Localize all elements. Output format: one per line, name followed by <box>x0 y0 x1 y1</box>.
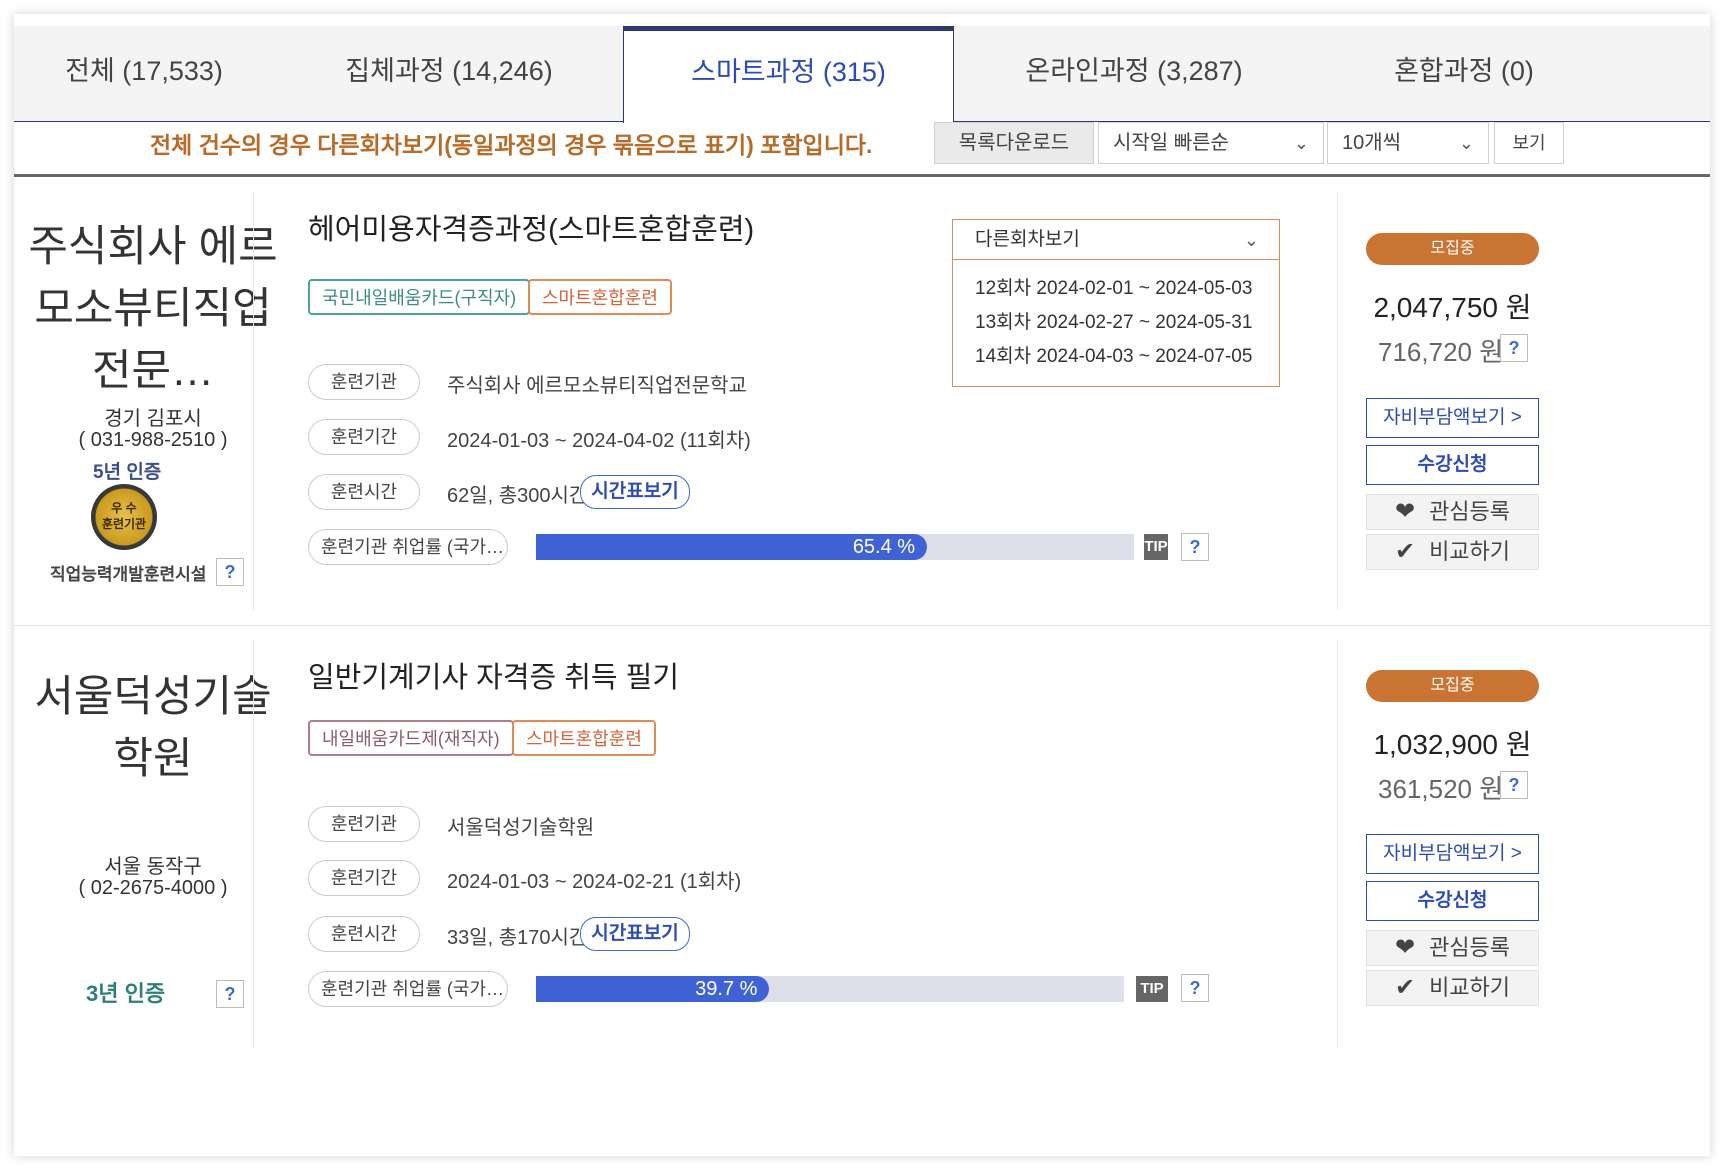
compare-button[interactable]: ✔ 비교하기 <box>1366 970 1539 1006</box>
page-size-select[interactable]: 10개씩 ⌄ <box>1327 122 1489 164</box>
column-divider <box>1337 640 1338 1048</box>
check-icon: ✔ <box>1394 974 1416 1001</box>
tab-all[interactable]: 전체 (17,533) <box>14 26 274 122</box>
wishlist-button[interactable]: ❤ 관심등록 <box>1366 930 1539 966</box>
status-badge: 모집중 <box>1366 670 1539 702</box>
label-employment-rate: 훈련기관 취업률 (국가… <box>308 971 508 1007</box>
help-icon[interactable]: ? <box>1181 533 1209 561</box>
sort-select[interactable]: 시작일 빠른순 ⌄ <box>1098 122 1324 164</box>
value-institution: 주식회사 에르모소뷰티직업전문학교 <box>447 375 747 397</box>
tip-badge[interactable]: TIP <box>1136 976 1168 1002</box>
self-pay-view-button[interactable]: 자비부담액보기 > <box>1366 834 1539 874</box>
self-pay-amount: 716,720 원 <box>1378 337 1504 367</box>
tab-blended-course[interactable]: 혼합과정 (0) <box>1344 26 1584 122</box>
course-list-panel: 전체 (17,533) 집체과정 (14,246) 스마트과정 (315) 온라… <box>14 14 1710 1156</box>
help-icon[interactable]: ? <box>1500 771 1528 799</box>
chevron-down-icon: ⌄ <box>1293 133 1309 153</box>
institution-name[interactable]: 주식회사 에르모소뷰티직업전문… <box>28 216 278 402</box>
institution-location: 서울 동작구 <box>104 856 202 878</box>
institution-name[interactable]: 서울덕성기술학원 <box>28 666 278 790</box>
label-hours: 훈련시간 <box>308 916 420 952</box>
notice-text: 전체 건수의 경우 다른회차보기(동일과정의 경우 묶음으로 표기) 포함입니다… <box>150 132 873 158</box>
course-price: 1,032,900 원 <box>1373 729 1532 760</box>
compare-label: 비교하기 <box>1429 975 1511 1000</box>
seal-text-top: 우 수 <box>111 501 137 515</box>
view-button[interactable]: 보기 <box>1494 122 1564 164</box>
label-institution: 훈련기관 <box>308 364 420 400</box>
timetable-button[interactable]: 시간표보기 <box>580 917 690 951</box>
tab-online-course[interactable]: 온라인과정 (3,287) <box>994 26 1274 122</box>
label-period: 훈련기간 <box>308 419 420 455</box>
compare-button[interactable]: ✔ 비교하기 <box>1366 534 1539 570</box>
excellent-institution-seal: 우 수 훈련기관 <box>91 484 157 550</box>
column-divider <box>253 640 254 1048</box>
list-top-divider <box>14 174 1710 177</box>
course-title[interactable]: 일반기계기사 자격증 취득 필기 <box>308 654 679 696</box>
value-hours: 62일, 총300시간 <box>447 485 588 507</box>
column-divider <box>1337 192 1338 610</box>
label-institution: 훈련기관 <box>308 806 420 842</box>
other-rounds-label: 다른회차보기 <box>975 229 1080 250</box>
tab-smart-course[interactable]: 스마트과정 (315) <box>623 26 954 123</box>
tag-card-type: 국민내일배움카드(구직자) <box>308 279 531 315</box>
certification-label: 3년 인증 <box>86 981 166 1006</box>
tab-group-course[interactable]: 집체과정 (14,246) <box>304 26 594 122</box>
employment-rate-bar: 65.4 % <box>536 534 1134 560</box>
institution-phone: ( 02-2675-4000 ) <box>78 877 228 899</box>
wishlist-label: 관심등록 <box>1429 935 1511 960</box>
seal-text-bottom: 훈련기관 <box>101 517 147 531</box>
chevron-down-icon: ⌄ <box>1458 133 1474 153</box>
round-option[interactable]: 12회차 2024-02-01 ~ 2024-05-03 <box>953 272 1279 306</box>
sort-select-value: 시작일 빠른순 <box>1113 132 1229 154</box>
compare-label: 비교하기 <box>1429 539 1511 564</box>
tag-training-type: 스마트혼합훈련 <box>512 720 656 756</box>
institution-location: 경기 김포시 <box>104 408 202 430</box>
apply-button[interactable]: 수강신청 <box>1366 881 1539 921</box>
self-pay-amount: 361,520 원 <box>1378 774 1504 804</box>
facility-label: 직업능력개발훈련시설 <box>50 565 207 584</box>
page-size-value: 10개씩 <box>1342 132 1402 154</box>
institution-phone: ( 031-988-2510 ) <box>78 429 228 451</box>
wishlist-button[interactable]: ❤ 관심등록 <box>1366 494 1539 530</box>
label-employment-rate: 훈련기관 취업률 (국가… <box>308 529 508 565</box>
heart-icon: ❤ <box>1394 498 1416 525</box>
self-pay-view-button[interactable]: 자비부담액보기 > <box>1366 398 1539 438</box>
course-type-tabs: 전체 (17,533) 집체과정 (14,246) 스마트과정 (315) 온라… <box>14 26 1710 123</box>
round-option[interactable]: 14회차 2024-04-03 ~ 2024-07-05 <box>953 340 1279 374</box>
timetable-button[interactable]: 시간표보기 <box>580 475 690 509</box>
check-icon: ✔ <box>1394 538 1416 565</box>
download-list-button[interactable]: 목록다운로드 <box>934 122 1094 164</box>
wishlist-label: 관심등록 <box>1429 499 1511 524</box>
row-divider <box>14 625 1710 626</box>
heart-icon: ❤ <box>1394 934 1416 961</box>
course-title[interactable]: 헤어미용자격증과정(스마트혼합훈련) <box>308 206 754 248</box>
label-hours: 훈련시간 <box>308 474 420 510</box>
other-rounds-dropdown-header[interactable]: 다른회차보기 ⌄ <box>953 220 1279 260</box>
round-option[interactable]: 13회차 2024-02-27 ~ 2024-05-31 <box>953 306 1279 340</box>
tag-training-type: 스마트혼합훈련 <box>528 279 672 315</box>
employment-rate-text: 65.4 % <box>852 536 916 558</box>
other-rounds-dropdown[interactable]: 다른회차보기 ⌄ 12회차 2024-02-01 ~ 2024-05-03 13… <box>952 219 1280 387</box>
value-period: 2024-01-03 ~ 2024-04-02 (11회차) <box>447 430 751 452</box>
employment-rate-text: 39.7 % <box>695 978 758 1000</box>
column-divider <box>253 192 254 610</box>
chevron-down-icon: ⌄ <box>1243 230 1259 250</box>
tip-badge[interactable]: TIP <box>1144 534 1168 560</box>
employment-rate-bar: 39.7 % <box>536 976 1124 1002</box>
employment-rate-fill: 39.7 % <box>536 976 770 1002</box>
tag-card-type: 내일배움카드제(재직자) <box>308 720 514 756</box>
employment-rate-fill: 65.4 % <box>536 534 928 560</box>
certification-label: 5년 인증 <box>93 462 162 483</box>
label-period: 훈련기간 <box>308 860 420 896</box>
help-icon[interactable]: ? <box>1181 974 1209 1002</box>
value-period: 2024-01-03 ~ 2024-02-21 (1회차) <box>447 871 742 893</box>
help-icon[interactable]: ? <box>216 980 244 1008</box>
value-institution: 서울덕성기술학원 <box>447 817 595 839</box>
value-hours: 33일, 총170시간 <box>447 927 588 949</box>
apply-button[interactable]: 수강신청 <box>1366 445 1539 485</box>
course-price: 2,047,750 원 <box>1373 292 1532 323</box>
status-badge: 모집중 <box>1366 233 1539 265</box>
help-icon[interactable]: ? <box>216 558 244 586</box>
help-icon[interactable]: ? <box>1500 334 1528 362</box>
